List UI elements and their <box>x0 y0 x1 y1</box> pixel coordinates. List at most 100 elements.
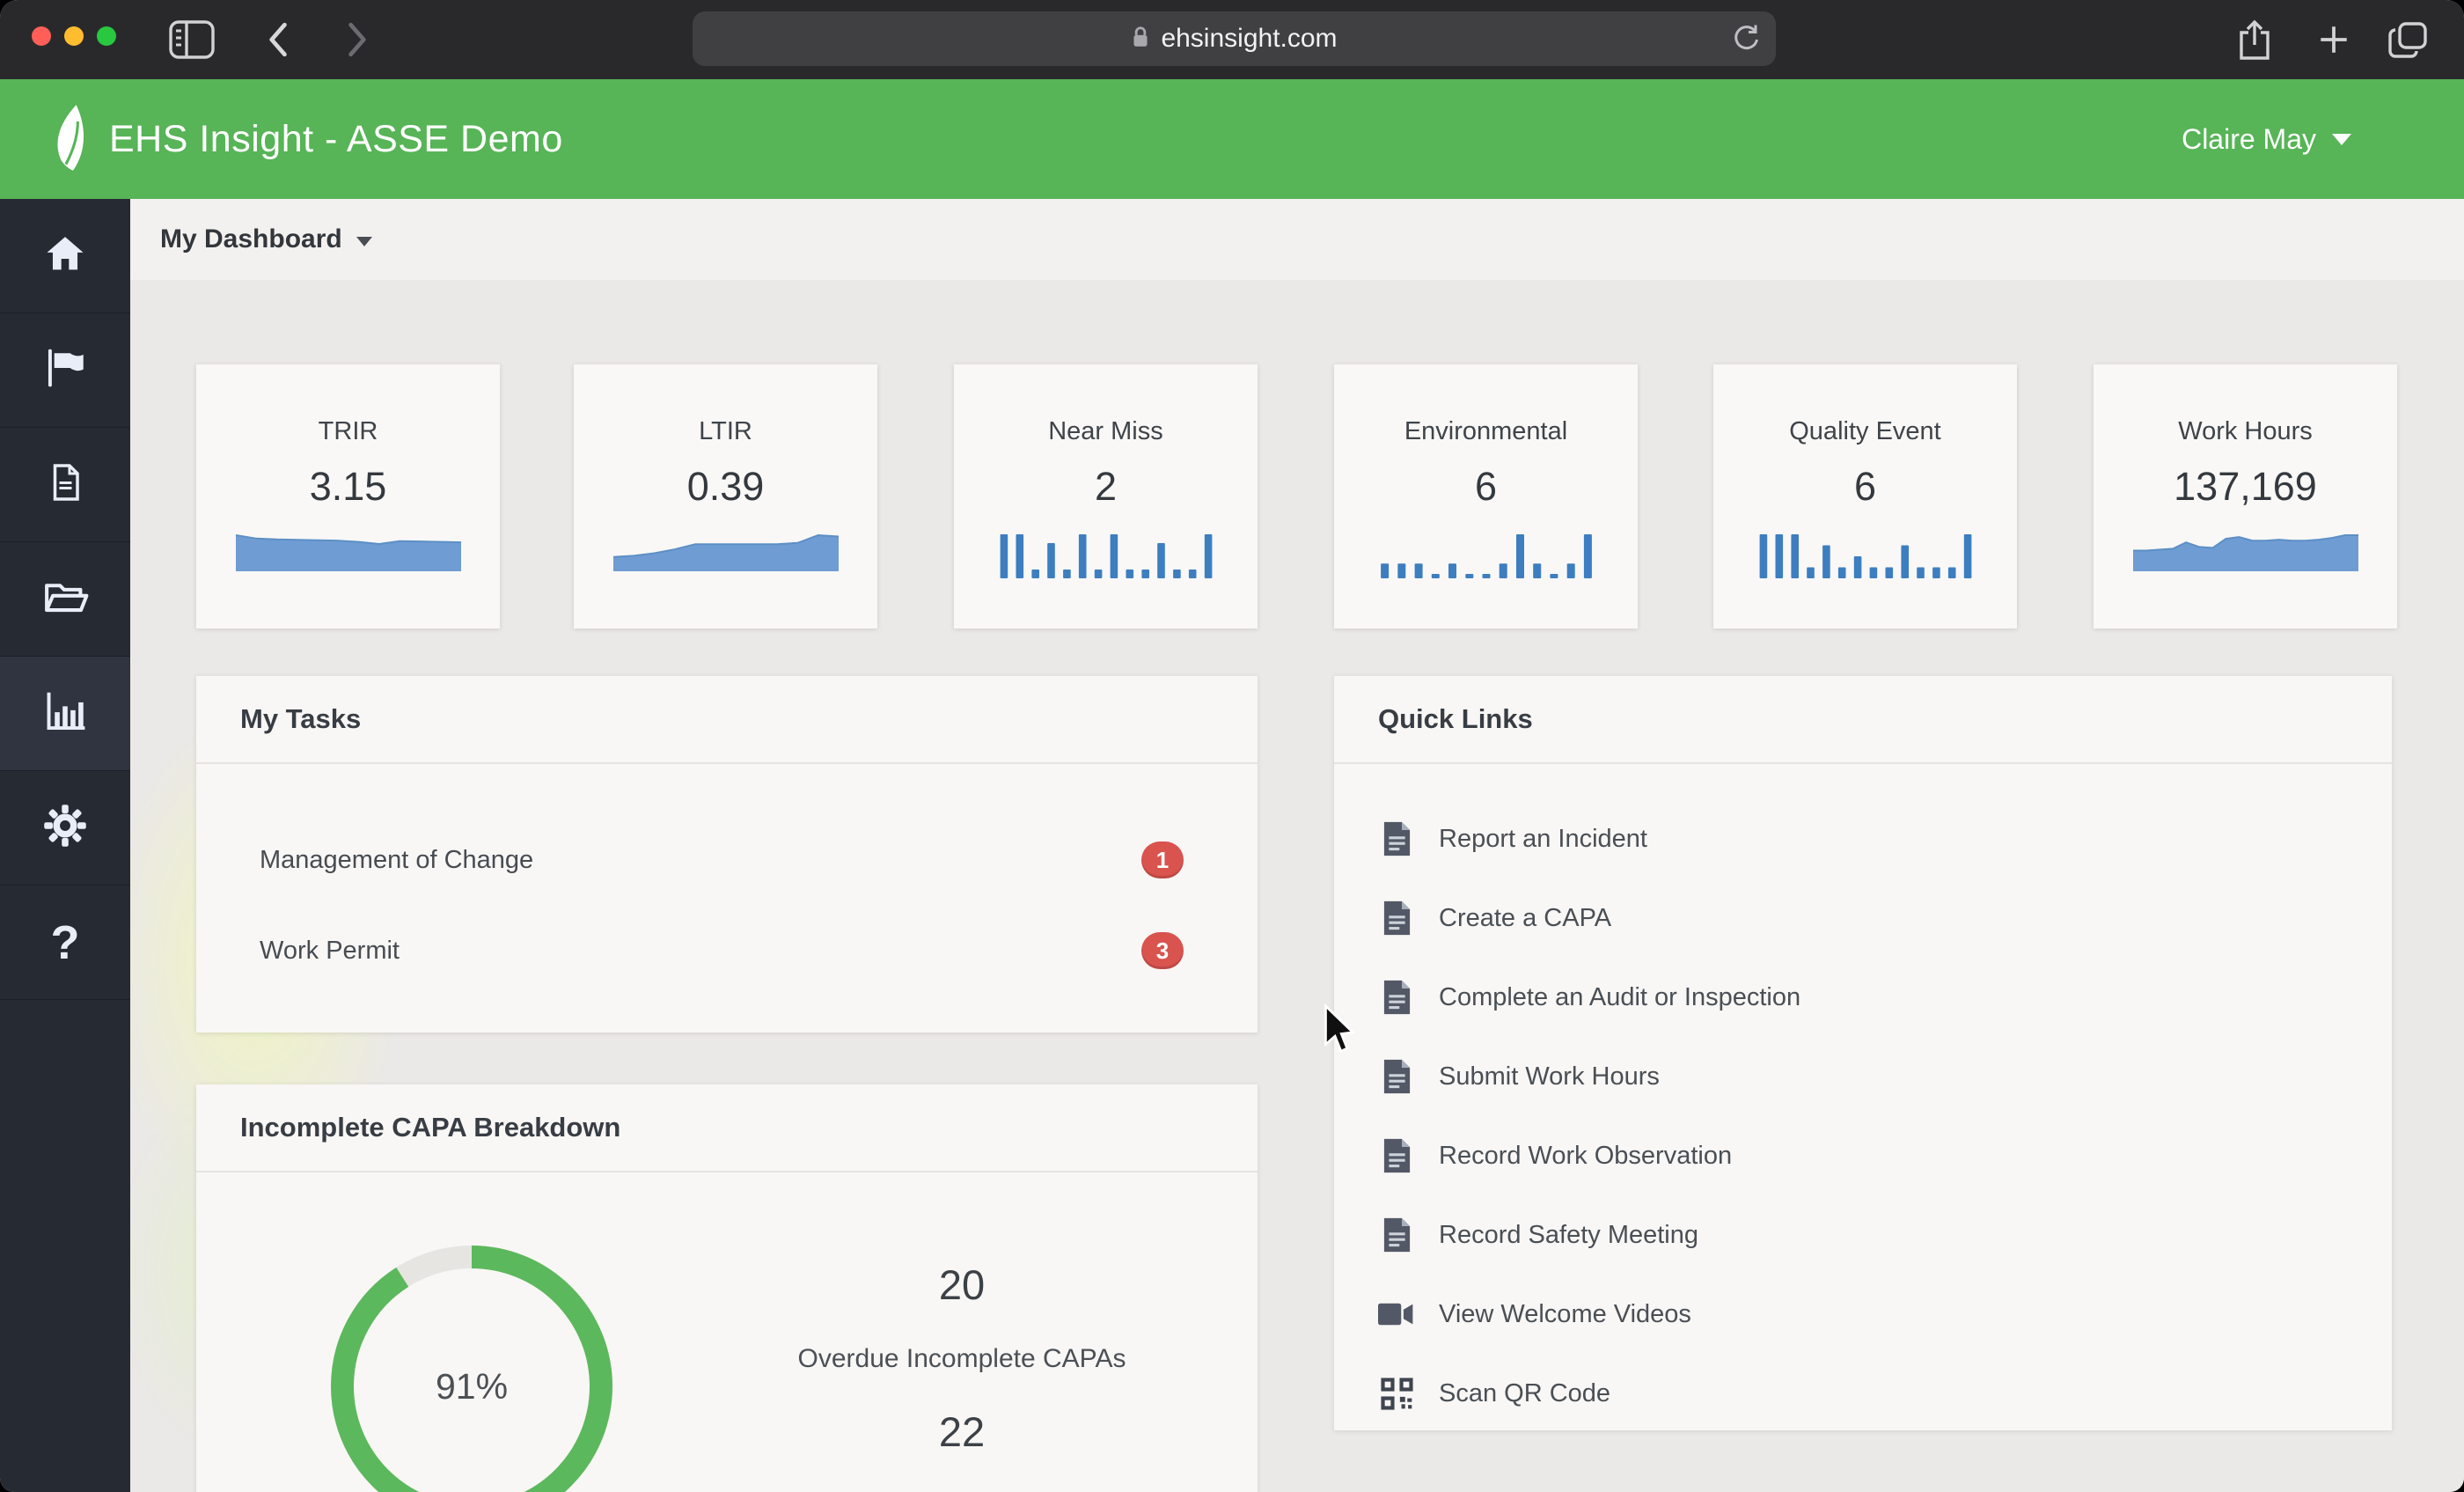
quick-links-panel: Quick Links Report an Incident Create a … <box>1334 676 2392 1430</box>
capa-breakdown-header: Incomplete CAPA Breakdown <box>196 1084 1258 1172</box>
kpi-card-ltir[interactable]: LTIR 0.39 <box>574 364 877 628</box>
sidebar-item-settings[interactable] <box>0 771 130 886</box>
browser-window: ehsinsight.com EHS Insight - ASSE Demo C… <box>0 0 2464 1492</box>
sidebar-item-dashboards[interactable] <box>0 657 130 771</box>
capa-donut-chart: 91% <box>313 1228 630 1492</box>
work-hours-sparkline <box>2132 534 2358 571</box>
quick-link-label: Scan QR Code <box>1439 1378 1611 1407</box>
document-icon <box>1377 1137 1416 1174</box>
kpi-label: Near Miss <box>1048 417 1163 445</box>
user-name: Claire May <box>2182 122 2316 155</box>
close-window-button[interactable] <box>32 26 51 46</box>
share-icon[interactable] <box>2235 0 2274 79</box>
help-icon: ? <box>50 915 80 969</box>
task-row-management-of-change[interactable]: Management of Change 1 <box>196 817 1258 903</box>
my-tasks-panel: My Tasks Management of Change 1 Work Per… <box>196 676 1258 1033</box>
forward-icon[interactable] <box>345 0 371 79</box>
quick-link-report-incident[interactable]: Report an Incident <box>1334 799 2392 878</box>
quick-link-label: Record Safety Meeting <box>1439 1220 1698 1249</box>
user-menu[interactable]: Claire May <box>2182 79 2351 199</box>
task-count-badge: 3 <box>1141 932 1184 969</box>
sidebar-item-incidents[interactable] <box>0 313 130 428</box>
new-tab-icon[interactable] <box>2314 0 2353 79</box>
ltir-sparkline <box>612 533 839 571</box>
capa-breakdown-title: Incomplete CAPA Breakdown <box>240 1112 621 1143</box>
my-tasks-title: My Tasks <box>240 703 362 734</box>
quick-link-scan-qr[interactable]: Scan QR Code <box>1334 1354 2392 1433</box>
kpi-value: 3.15 <box>309 464 387 509</box>
kpi-label: Quality Event <box>1789 417 1941 445</box>
back-icon[interactable] <box>264 0 290 79</box>
task-label: Management of Change <box>260 845 534 874</box>
quick-links-header: Quick Links <box>1334 676 2392 764</box>
total-capa-value: 22 <box>938 1408 986 1455</box>
kpi-value: 137,169 <box>2174 464 2317 509</box>
task-row-work-permit[interactable]: Work Permit 3 <box>196 908 1258 994</box>
quick-link-label: Submit Work Hours <box>1439 1062 1660 1091</box>
kpi-card-environmental[interactable]: Environmental 6 <box>1334 364 1638 628</box>
kpi-card-near-miss[interactable]: Near Miss 2 <box>954 364 1258 628</box>
quick-link-record-observation[interactable]: Record Work Observation <box>1334 1116 2392 1195</box>
kpi-label: Environmental <box>1404 417 1568 445</box>
task-label: Work Permit <box>260 936 400 965</box>
sidebar-nav: ? <box>0 199 130 1492</box>
qr-code-icon <box>1377 1377 1416 1410</box>
app-title: EHS Insight - ASSE Demo <box>109 117 563 160</box>
quick-link-label: Complete an Audit or Inspection <box>1439 982 1801 1011</box>
capa-stats: 20 Overdue Incomplete CAPAs 22 Total Inc… <box>689 1181 1235 1492</box>
kpi-value: 6 <box>1474 464 1498 509</box>
kpi-card-work-hours[interactable]: Work Hours 137,169 <box>2094 364 2397 628</box>
flag-icon <box>40 343 90 397</box>
quick-link-label: Record Work Observation <box>1439 1141 1733 1170</box>
video-camera-icon <box>1377 1301 1416 1327</box>
app-header: EHS Insight - ASSE Demo Claire May <box>0 79 2464 199</box>
folder-open-icon <box>40 571 91 627</box>
quick-links-title: Quick Links <box>1378 703 1533 734</box>
mouse-cursor <box>1324 1003 1356 1053</box>
quick-link-complete-audit[interactable]: Complete an Audit or Inspection <box>1334 958 2392 1037</box>
capa-breakdown-panel: Incomplete CAPA Breakdown 91% 20 Overdue… <box>196 1084 1258 1492</box>
tab-overview-icon[interactable] <box>2387 0 2429 79</box>
dashboard-title[interactable]: My Dashboard <box>160 224 342 254</box>
dashboard-main: My Dashboard TRIR 3.15 LTIR 0.39 Near Mi… <box>130 199 2464 1492</box>
environmental-sparkline <box>1380 534 1592 578</box>
reload-icon[interactable] <box>1730 23 1762 59</box>
quick-link-record-safety-meeting[interactable]: Record Safety Meeting <box>1334 1195 2392 1275</box>
minimize-window-button[interactable] <box>64 26 84 46</box>
chevron-down-icon <box>2332 133 2351 145</box>
document-icon <box>1377 820 1416 857</box>
sidebar-toggle-icon[interactable] <box>167 0 216 79</box>
kpi-label: Work Hours <box>2178 417 2313 445</box>
kpi-label: TRIR <box>318 417 378 445</box>
document-icon <box>1377 900 1416 937</box>
sidebar-item-documents[interactable] <box>0 428 130 542</box>
browser-chrome: ehsinsight.com <box>0 0 2464 79</box>
bar-chart-icon <box>40 687 90 740</box>
document-icon <box>1377 1058 1416 1095</box>
quality-event-sparkline <box>1759 534 1971 578</box>
document-icon <box>43 460 87 509</box>
kpi-value: 6 <box>1853 464 1877 509</box>
kpi-card-trir[interactable]: TRIR 3.15 <box>196 364 500 628</box>
zoom-window-button[interactable] <box>97 26 116 46</box>
sidebar-item-home[interactable] <box>0 199 130 313</box>
chevron-down-icon[interactable] <box>356 236 372 246</box>
kpi-card-quality-event[interactable]: Quality Event 6 <box>1713 364 2017 628</box>
document-icon <box>1377 979 1416 1016</box>
overdue-capa-label: Overdue Incomplete CAPAs <box>797 1344 1126 1373</box>
screenshot-root: ehsinsight.com EHS Insight - ASSE Demo C… <box>0 0 2464 1492</box>
home-icon <box>41 230 89 282</box>
quick-link-submit-work-hours[interactable]: Submit Work Hours <box>1334 1037 2392 1116</box>
sidebar-item-files[interactable] <box>0 542 130 657</box>
url-bar[interactable]: ehsinsight.com <box>693 11 1776 66</box>
dashboard-title-bar: My Dashboard <box>130 199 2464 280</box>
donut-percent-label: 91% <box>435 1365 509 1407</box>
quick-link-welcome-videos[interactable]: View Welcome Videos <box>1334 1275 2392 1354</box>
sidebar-item-help[interactable]: ? <box>0 886 130 1000</box>
kpi-value: 0.39 <box>686 464 765 509</box>
trir-sparkline <box>235 534 461 571</box>
ehs-leaf-logo <box>49 101 97 178</box>
quick-link-label: View Welcome Videos <box>1439 1299 1691 1328</box>
kpi-label: LTIR <box>699 417 752 445</box>
quick-link-create-capa[interactable]: Create a CAPA <box>1334 878 2392 958</box>
